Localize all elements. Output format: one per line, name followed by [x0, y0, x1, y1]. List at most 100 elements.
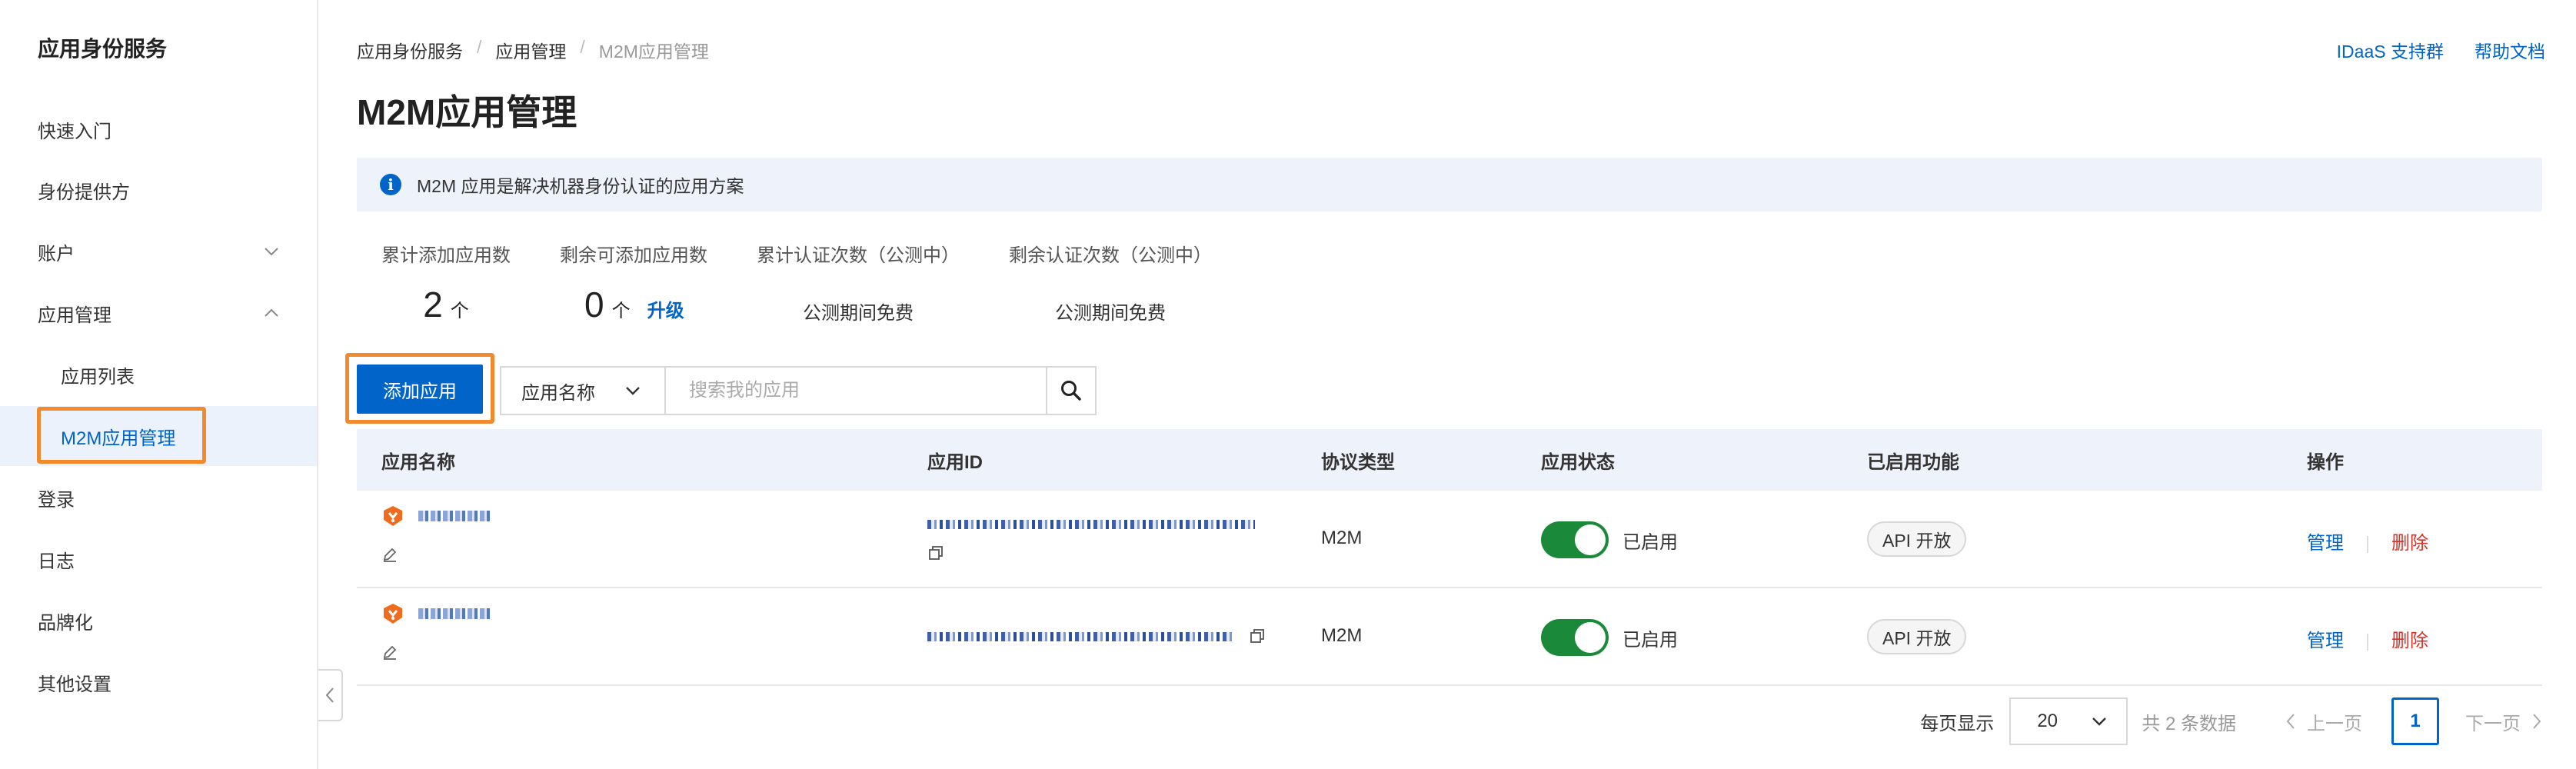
- status-toggle[interactable]: [1541, 619, 1609, 656]
- sidebar-item-account[interactable]: 账户: [0, 221, 317, 281]
- sidebar-item-label: 账户: [38, 243, 75, 265]
- copy-icon[interactable]: [927, 544, 944, 561]
- search-icon: [1061, 381, 1081, 401]
- sidebar-item-label: 应用管理: [38, 305, 111, 326]
- stat-total-apps: 累计添加应用数 2 个: [381, 240, 511, 325]
- sidebar-item-label: 其他设置: [38, 674, 111, 695]
- action-separator: [2367, 633, 2368, 651]
- delete-link[interactable]: 删除: [2391, 533, 2428, 554]
- action-separator: [2367, 535, 2368, 553]
- per-page-label: 每页显示: [1920, 713, 1995, 734]
- sidebar-item-label: 登录: [38, 489, 75, 511]
- sidebar-item-app-list[interactable]: 应用列表: [0, 345, 317, 404]
- sidebar-item-label: 日志: [38, 551, 75, 572]
- sidebar-item-label: 应用列表: [61, 366, 135, 388]
- column-header: 应用名称: [381, 451, 455, 473]
- status-text: 已启用: [1622, 629, 1678, 651]
- page-number-current[interactable]: 1: [2391, 697, 2439, 745]
- pagination: 每页显示 20 共 2 条数据 上一页 1 下一页: [1920, 697, 2542, 745]
- table-header: 应用名称 应用ID 协议类型 应用状态 已启用功能 操作: [357, 429, 2542, 491]
- sidebar-item-logs[interactable]: 日志: [0, 529, 317, 589]
- stat-value: 0: [584, 285, 604, 325]
- protocol-type: M2M: [1321, 528, 1363, 548]
- chevron-down-icon: [626, 387, 640, 395]
- sidebar-item-label: 快速入门: [38, 121, 111, 142]
- sidebar-item-app-management[interactable]: 应用管理: [0, 283, 317, 343]
- status-cell: 已启用: [1541, 619, 1678, 656]
- sidebar: 应用身份服务 快速入门 身份提供方 账户 应用管理 应用列表 M2M应用管理 登…: [0, 0, 318, 769]
- breadcrumb-current: M2M应用管理: [598, 42, 709, 62]
- highlight-box: [37, 407, 206, 464]
- add-app-button[interactable]: 添加应用: [357, 365, 483, 414]
- stat-value-wrap: 0 个 升级: [560, 284, 707, 325]
- sidebar-item-branding[interactable]: 品牌化: [0, 591, 317, 651]
- app-name-redacted[interactable]: [418, 511, 491, 521]
- next-page-label: 下一页: [2465, 713, 2521, 734]
- app-id-redacted: [927, 632, 1235, 641]
- copy-icon[interactable]: [1249, 628, 1266, 644]
- app-name-cell: [381, 602, 491, 625]
- stat-remaining-apps: 剩余可添加应用数 0 个 升级: [560, 240, 707, 325]
- stat-value-wrap: 2 个: [381, 284, 511, 325]
- filter-select-value: 应用名称: [521, 382, 595, 404]
- page-size-value: 20: [2037, 711, 2058, 731]
- app-name-cell: [381, 504, 491, 528]
- total-count: 共 2 条数据: [2142, 713, 2236, 734]
- status-toggle[interactable]: [1541, 521, 1609, 558]
- sidebar-item-login[interactable]: 登录: [0, 468, 317, 528]
- stat-label: 累计添加应用数: [381, 245, 511, 266]
- status-text: 已启用: [1622, 531, 1678, 553]
- column-header: 协议类型: [1321, 451, 1395, 473]
- help-docs-link[interactable]: 帮助文档: [2474, 37, 2545, 63]
- column-header: 已启用功能: [1867, 451, 1959, 473]
- stat-label: 累计认证次数（公测中）: [757, 245, 960, 266]
- upgrade-link[interactable]: 升级: [647, 295, 684, 322]
- edit-icon[interactable]: [381, 644, 398, 661]
- chevron-left-icon: [2286, 714, 2295, 729]
- stat-text: 公测期间免费: [803, 303, 914, 324]
- sidebar-item-label: 身份提供方: [38, 181, 130, 203]
- chevron-down-icon: [265, 248, 278, 256]
- manage-link[interactable]: 管理: [2307, 631, 2344, 651]
- app-logo-icon: [384, 506, 402, 526]
- stat-value: 2: [423, 285, 443, 325]
- chevron-up-icon: [265, 308, 278, 317]
- next-page-button[interactable]: 下一页: [2465, 708, 2542, 735]
- stat-text: 公测期间免费: [1055, 303, 1166, 324]
- actions-cell: 管理 删除: [2307, 625, 2428, 652]
- sidebar-item-identity-provider[interactable]: 身份提供方: [0, 160, 317, 220]
- protocol-type: M2M: [1321, 625, 1363, 646]
- apps-table: 应用名称 应用ID 协议类型 应用状态 已启用功能 操作 M2M 已启用 API…: [357, 429, 2542, 686]
- notice-text: M2M 应用是解决机器身份认证的应用方案: [417, 176, 744, 196]
- actions-cell: 管理 删除: [2307, 528, 2428, 554]
- sidebar-item-quickstart[interactable]: 快速入门: [0, 99, 317, 159]
- delete-link[interactable]: 删除: [2391, 631, 2428, 651]
- prev-page-button[interactable]: 上一页: [2285, 708, 2362, 735]
- column-header: 操作: [2307, 451, 2344, 473]
- chevron-left-icon: [325, 687, 334, 703]
- status-cell: 已启用: [1541, 521, 1678, 558]
- page-size-select[interactable]: 20: [2009, 697, 2128, 745]
- edit-icon[interactable]: [381, 546, 398, 563]
- breadcrumb-item[interactable]: 应用管理: [495, 37, 566, 63]
- support-group-link[interactable]: IDaaS 支持群: [2337, 37, 2444, 63]
- manage-link[interactable]: 管理: [2307, 533, 2344, 554]
- table-row: M2M 已启用 API 开放 管理 删除: [357, 588, 2542, 686]
- info-icon: i: [380, 174, 401, 195]
- filter-select[interactable]: 应用名称: [501, 368, 666, 414]
- app-name-redacted[interactable]: [418, 608, 491, 619]
- breadcrumb-item[interactable]: 应用身份服务: [357, 37, 463, 63]
- sidebar-item-other-settings[interactable]: 其他设置: [0, 652, 317, 712]
- column-header: 应用ID: [927, 451, 983, 473]
- search-button[interactable]: [1046, 368, 1095, 414]
- feature-tag: API 开放: [1867, 619, 1967, 654]
- breadcrumb: 应用身份服务 / 应用管理 / M2M应用管理: [357, 37, 709, 63]
- table-row: M2M 已启用 API 开放 管理 删除: [357, 491, 2542, 588]
- page-title: M2M应用管理: [357, 92, 577, 132]
- search-input[interactable]: [666, 368, 1046, 414]
- chevron-right-icon: [2533, 714, 2541, 729]
- column-header: 应用状态: [1541, 451, 1615, 473]
- sidebar-collapse-button[interactable]: [318, 669, 343, 721]
- stat-label: 剩余认证次数（公测中）: [1009, 245, 1212, 266]
- search-group: 应用名称: [500, 366, 1097, 415]
